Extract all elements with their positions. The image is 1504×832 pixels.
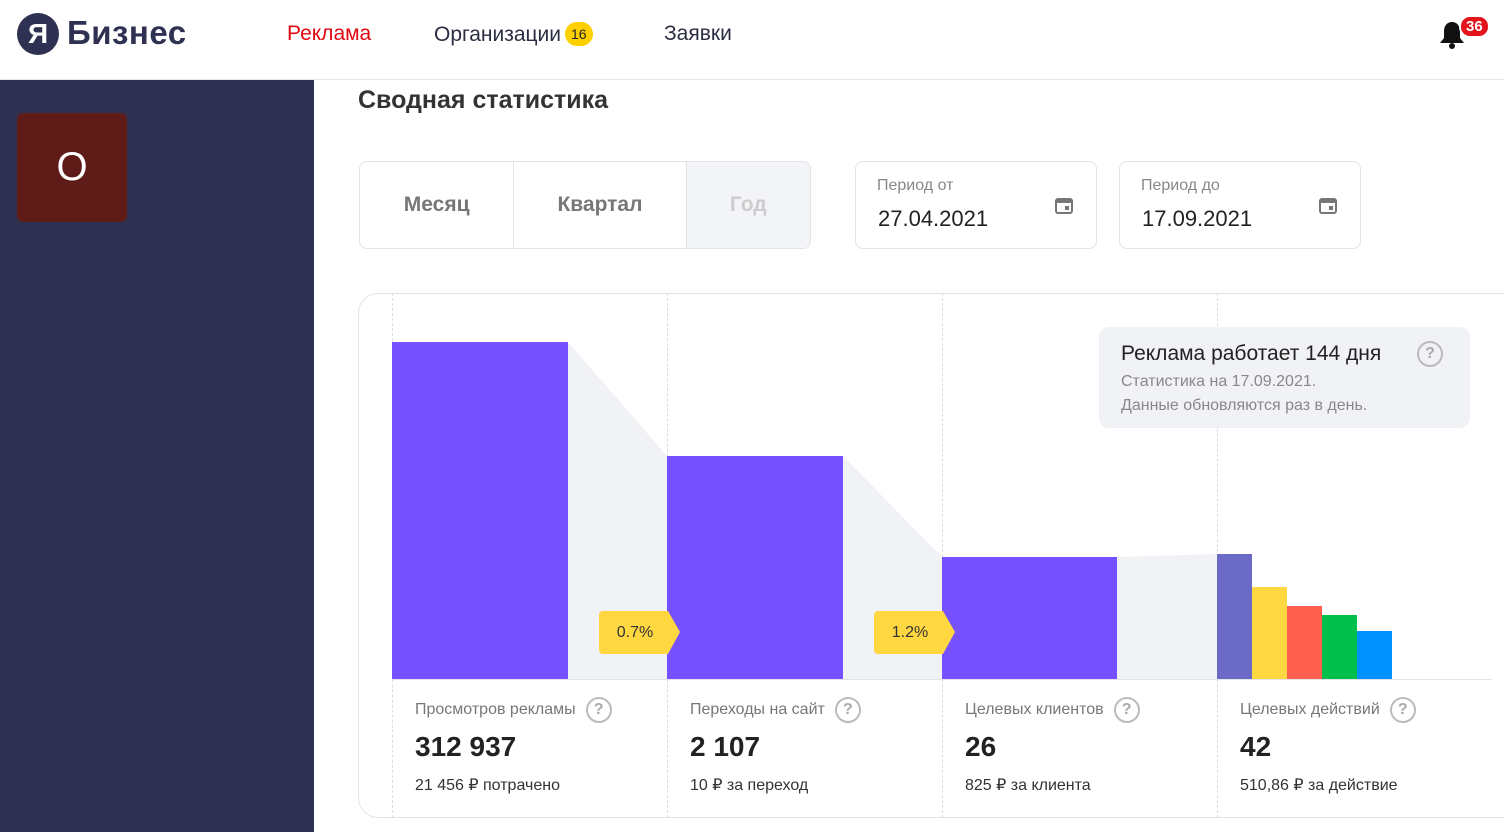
stat-sub: 825 ₽ за клиента [965,777,1091,794]
info-line-1: Статистика на 17.09.2021. [1121,373,1317,390]
help-icon[interactable]: ? [585,697,612,723]
stat-label-text: Просмотров рекламы [415,701,576,718]
bar-action-4 [1322,615,1357,679]
stat-sub: 510,86 ₽ за действие [1240,777,1398,794]
bar-action-1 [1217,554,1252,679]
help-icon[interactable]: ? [1389,697,1416,723]
bar-action-5 [1357,631,1392,679]
stat-label: Просмотров рекламы? [415,697,612,723]
info-box: Реклама работает 144 дня ? Статистика на… [1099,327,1470,428]
bar-clients [942,557,1117,679]
conversion-badge: 1.2% [874,611,956,655]
stat-label: Целевых действий? [1240,697,1416,723]
stat-value: 2 107 [690,731,761,762]
stat-sub: 21 456 ₽ потрачено [415,777,560,794]
bar-action-3 [1287,606,1322,679]
stat-label-text: Целевых клиентов [965,701,1104,718]
bar-views [392,342,568,679]
help-icon[interactable]: ? [834,697,861,723]
help-icon[interactable]: ? [1113,697,1140,723]
stat-value: 26 [965,731,997,762]
conversion-value: 0.7% [616,624,654,641]
info-line-2: Данные обновляются раз в день. [1121,397,1368,414]
info-title: Реклама работает 144 дня [1121,342,1382,365]
stat-value: 312 937 [415,731,517,762]
help-icon[interactable]: ? [1417,341,1443,367]
conversion-badge: 0.7% [599,611,681,655]
stat-label: Переходы на сайт? [690,697,861,723]
stat-label-text: Переходы на сайт [690,701,825,718]
stat-label: Целевых клиентов? [965,697,1140,723]
bar-clicks [667,456,843,679]
stat-sub: 10 ₽ за переход [690,777,809,794]
bar-action-2 [1252,587,1287,679]
conversion-value: 1.2% [891,624,929,641]
stat-value: 42 [1240,731,1272,762]
funnel-connector [1117,554,1217,679]
stat-label-text: Целевых действий [1240,701,1380,718]
